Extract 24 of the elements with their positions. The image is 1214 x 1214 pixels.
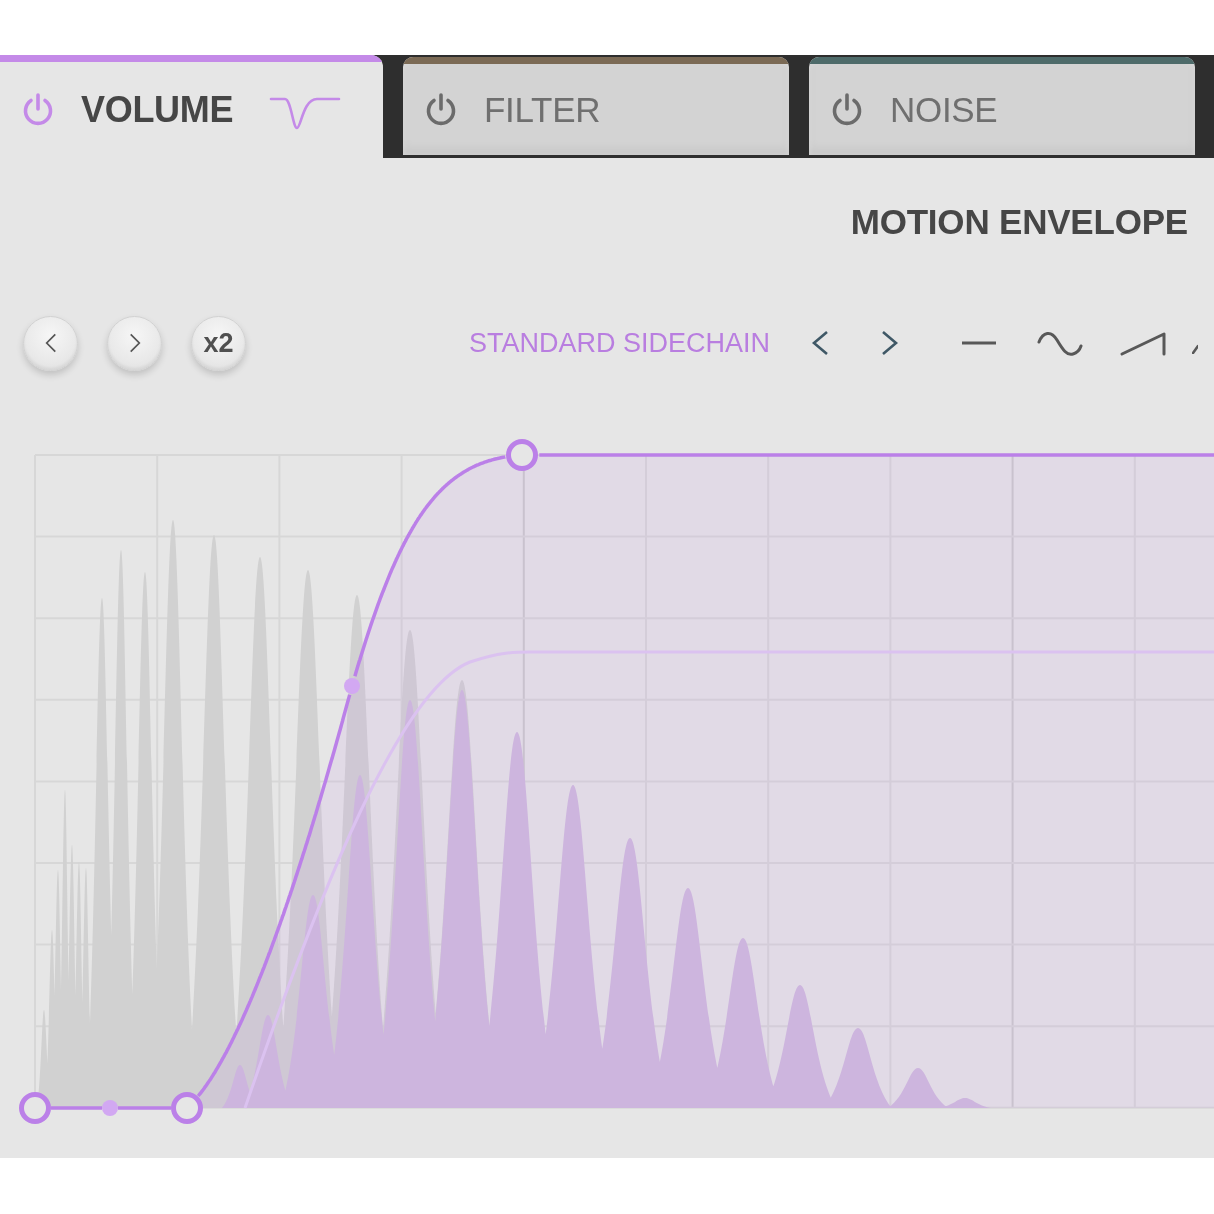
previous-button[interactable] <box>23 315 78 371</box>
dip-curve-icon <box>269 95 342 131</box>
sine-wave-icon[interactable] <box>1037 330 1084 356</box>
curve-node-handle[interactable] <box>19 1092 51 1124</box>
tab[interactable]: NOISE <box>809 57 1195 155</box>
multiplier-button[interactable]: x2 <box>191 315 246 371</box>
tab[interactable]: VOLUME <box>0 55 383 158</box>
chevron-left-icon[interactable] <box>811 330 830 356</box>
power-icon[interactable] <box>830 92 864 127</box>
curve-node-handle[interactable] <box>171 1092 203 1124</box>
curve-tension-handle[interactable] <box>344 678 360 694</box>
flat-line-icon[interactable] <box>962 341 997 345</box>
chevron-left-icon <box>44 332 57 354</box>
chevron-right-icon[interactable] <box>881 330 900 356</box>
power-icon[interactable] <box>21 93 55 127</box>
curve-tension-handle[interactable] <box>102 1100 118 1116</box>
tab[interactable]: FILTER <box>403 57 789 155</box>
power-icon[interactable] <box>424 92 458 127</box>
preset-name-button[interactable]: STANDARD SIDECHAIN <box>469 327 771 359</box>
next-button[interactable] <box>107 315 162 371</box>
curve-node-handle[interactable] <box>506 439 538 471</box>
chevron-right-icon <box>128 332 141 354</box>
ramp-icon[interactable] <box>1120 330 1167 356</box>
panel-title: MOTION ENVELOPE <box>850 202 1188 242</box>
